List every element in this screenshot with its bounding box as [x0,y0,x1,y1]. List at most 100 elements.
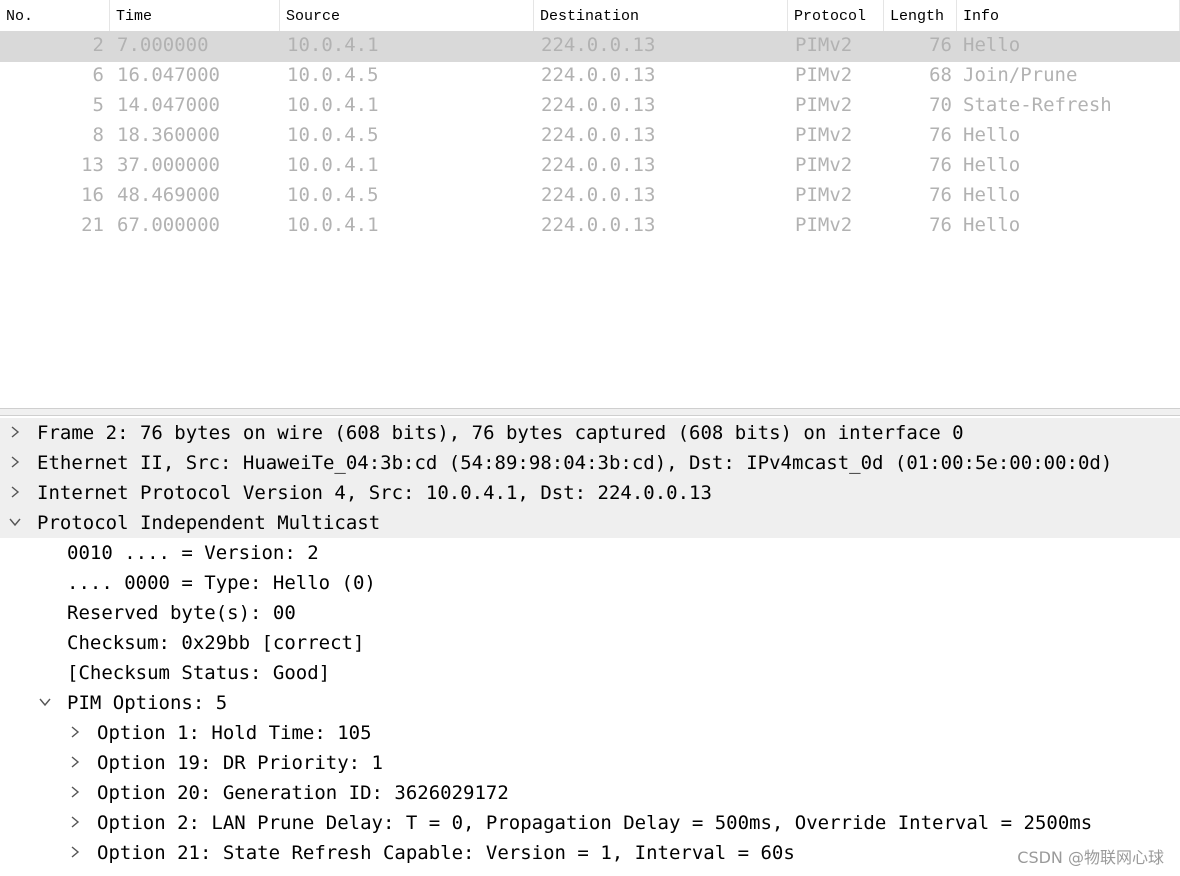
packet-cell-protocol: PIMv2 [795,184,853,206]
packet-cell-no: 6 [92,64,104,86]
packet-cell-info: Hello [963,124,1021,146]
packet-cell-protocol: PIMv2 [795,34,853,56]
packet-list[interactable]: No. Time Source Destination Protocol Length In… [0,0,1180,408]
packet-row[interactable]: 6 16.047000 10.0.4.5 224.0.0.13 PIMv2 68 Join/… [0,62,1180,92]
detail-row[interactable]: [Checksum Status: Good] [0,658,1180,688]
detail-row[interactable]: Checksum: 0x29bb [correct] [0,628,1180,658]
detail-row[interactable]: Ethernet II, Src: HuaweiTe_04:3b:cd (54:… [0,448,1180,478]
chevron-right-icon[interactable] [68,752,82,772]
detail-row-text: Checksum: 0x29bb [correct] [67,632,365,654]
packet-cell-no: 13 [81,154,104,176]
detail-row-text: Reserved byte(s): 00 [67,602,296,624]
packet-cell-length: 76 [929,214,952,236]
packet-cell-source: 10.0.4.5 [287,64,379,86]
packet-row[interactable]: 13 37.000000 10.0.4.1 224.0.0.13 PIMv2 76 Hell… [0,152,1180,182]
packet-list-header: No. Time Source Destination Protocol Length In… [0,0,1180,32]
detail-row-text: Option 20: Generation ID: 3626029172 [97,782,509,804]
packet-cell-length: 76 [929,154,952,176]
packet-cell-protocol: PIMv2 [795,124,853,146]
packet-row[interactable]: 21 67.000000 10.0.4.1 224.0.0.13 PIMv2 76 Hell… [0,212,1180,242]
detail-row[interactable]: Internet Protocol Version 4, Src: 10.0.4… [0,478,1180,508]
chevron-right-icon[interactable] [68,722,82,742]
detail-row[interactable]: Option 20: Generation ID: 3626029172 [0,778,1180,808]
column-header-time[interactable]: Time [110,0,280,31]
detail-row-text: Protocol Independent Multicast [37,512,381,534]
packet-cell-no: 21 [81,214,104,236]
packet-cell-info: Hello [963,214,1021,236]
detail-row-text: Option 21: State Refresh Capable: Versio… [97,842,795,864]
packet-cell-time: 67.000000 [117,214,220,236]
packet-cell-destination: 224.0.0.13 [541,94,656,116]
pane-splitter[interactable] [0,408,1180,416]
detail-row[interactable]: Reserved byte(s): 00 [0,598,1180,628]
column-header-info[interactable]: Info [957,0,1180,31]
detail-row[interactable]: .... 0000 = Type: Hello (0) [0,568,1180,598]
detail-row[interactable]: 0010 .... = Version: 2 [0,538,1180,568]
detail-row-text: 0010 .... = Version: 2 [67,542,319,564]
detail-row[interactable]: PIM Options: 5 [0,688,1180,718]
column-header-protocol[interactable]: Protocol [788,0,884,31]
detail-row[interactable]: Option 21: State Refresh Capable: Versio… [0,838,1180,868]
chevron-right-icon[interactable] [8,452,22,472]
packet-cell-protocol: PIMv2 [795,154,853,176]
packet-cell-time: 37.000000 [117,154,220,176]
packet-cell-info: Join/Prune [963,64,1078,86]
chevron-right-icon[interactable] [68,812,82,832]
packet-cell-info: Hello [963,184,1021,206]
packet-cell-destination: 224.0.0.13 [541,214,656,236]
column-header-source[interactable]: Source [280,0,534,31]
packet-cell-info: Hello [963,154,1021,176]
chevron-right-icon[interactable] [8,482,22,502]
chevron-right-icon[interactable] [68,842,82,862]
packet-cell-length: 70 [929,94,952,116]
packet-cell-destination: 224.0.0.13 [541,154,656,176]
column-header-destination[interactable]: Destination [534,0,788,31]
packet-cell-source: 10.0.4.5 [287,184,379,206]
packet-row[interactable]: 8 18.360000 10.0.4.5 224.0.0.13 PIMv2 76 Hello [0,122,1180,152]
packet-cell-protocol: PIMv2 [795,94,853,116]
packet-row[interactable]: 2 7.000000 10.0.4.1 224.0.0.13 PIMv2 76 Hello [0,32,1180,62]
detail-row-text: Internet Protocol Version 4, Src: 10.0.4… [37,482,712,504]
detail-row-text: Frame 2: 76 bytes on wire (608 bits), 76… [37,422,964,444]
chevron-right-icon[interactable] [8,422,22,442]
packet-cell-source: 10.0.4.1 [287,34,379,56]
packet-row[interactable]: 5 14.047000 10.0.4.1 224.0.0.13 PIMv2 70 State… [0,92,1180,122]
packet-cell-length: 68 [929,64,952,86]
detail-row-text: [Checksum Status: Good] [67,662,331,684]
packet-cell-destination: 224.0.0.13 [541,184,656,206]
packet-cell-no: 8 [92,124,104,146]
detail-row-text: .... 0000 = Type: Hello (0) [67,572,376,594]
packet-cell-no: 2 [92,34,104,56]
chevron-down-icon[interactable] [38,692,52,712]
detail-row-text: Option 1: Hold Time: 105 [97,722,372,744]
detail-row[interactable]: Option 19: DR Priority: 1 [0,748,1180,778]
column-header-length[interactable]: Length [884,0,957,31]
packet-cell-protocol: PIMv2 [795,64,853,86]
packet-cell-no: 16 [81,184,104,206]
packet-cell-no: 5 [92,94,104,116]
packet-cell-source: 10.0.4.5 [287,124,379,146]
packet-cell-protocol: PIMv2 [795,214,853,236]
detail-row[interactable]: Protocol Independent Multicast [0,508,1180,538]
packet-cell-length: 76 [929,184,952,206]
packet-cell-source: 10.0.4.1 [287,94,379,116]
detail-row[interactable]: Option 1: Hold Time: 105 [0,718,1180,748]
packet-details-tree[interactable]: Frame 2: 76 bytes on wire (608 bits), 76… [0,418,1180,876]
packet-cell-time: 7.000000 [117,34,209,56]
chevron-right-icon[interactable] [68,782,82,802]
detail-row-text: Ethernet II, Src: HuaweiTe_04:3b:cd (54:… [37,452,1113,474]
detail-row[interactable]: Frame 2: 76 bytes on wire (608 bits), 76… [0,418,1180,448]
packet-cell-length: 76 [929,34,952,56]
packet-cell-destination: 224.0.0.13 [541,64,656,86]
packet-row[interactable]: 16 48.469000 10.0.4.5 224.0.0.13 PIMv2 76 Hell… [0,182,1180,212]
packet-cell-time: 16.047000 [117,64,220,86]
packet-cell-info: Hello [963,34,1021,56]
detail-row[interactable]: Option 2: LAN Prune Delay: T = 0, Propag… [0,808,1180,838]
column-header-no[interactable]: No. [0,0,110,31]
chevron-down-icon[interactable] [8,512,22,532]
packet-cell-destination: 224.0.0.13 [541,34,656,56]
packet-cell-source: 10.0.4.1 [287,214,379,236]
packet-cell-time: 48.469000 [117,184,220,206]
packet-cell-length: 76 [929,124,952,146]
packet-cell-time: 18.360000 [117,124,220,146]
